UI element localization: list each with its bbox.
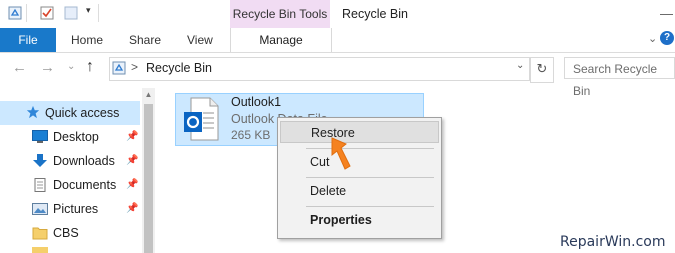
sidebar-item-label: CBS — [53, 226, 79, 240]
minimize-icon[interactable]: — — [660, 6, 673, 21]
star-icon — [26, 105, 40, 119]
tab-home[interactable]: Home — [71, 28, 103, 52]
sidebar-item-pictures[interactable]: Pictures 📌 — [0, 197, 140, 221]
back-arrow-icon[interactable]: ← — [12, 59, 27, 76]
scrollbar-thumb[interactable] — [144, 104, 153, 253]
qat-dropdown-icon[interactable]: ▾ — [86, 5, 91, 16]
pin-icon[interactable]: 📌 — [126, 149, 138, 173]
pin-icon[interactable]: 📌 — [126, 173, 138, 197]
title-bar — [0, 0, 675, 28]
sidebar-item-label: Documents — [53, 178, 117, 192]
sidebar-item-label: Downloads — [53, 154, 115, 168]
new-folder-icon[interactable] — [64, 6, 78, 20]
pin-icon[interactable]: 📌 — [126, 125, 138, 149]
menu-item-restore[interactable]: Restore — [280, 121, 439, 143]
tab-share[interactable]: Share — [129, 28, 161, 52]
download-icon — [33, 154, 47, 167]
tab-file[interactable]: File — [0, 28, 56, 52]
sidebar-item-downloads[interactable]: Downloads 📌 — [0, 149, 140, 173]
pin-icon[interactable]: 📌 — [126, 197, 138, 221]
menu-item-label: Properties — [310, 213, 372, 227]
menu-separator — [306, 177, 434, 178]
folder-icon — [32, 227, 48, 240]
qat-divider — [98, 4, 99, 22]
watermark: RepairWin.com — [560, 234, 666, 250]
menu-item-cut[interactable]: Cut — [278, 151, 439, 173]
file-name[interactable]: Outlook1 — [231, 95, 281, 109]
up-arrow-icon[interactable]: ↑ — [86, 58, 94, 76]
qat-divider — [26, 4, 27, 22]
address-dropdown-icon[interactable]: ⌄ — [516, 60, 524, 71]
sidebar-item-label: Quick access — [45, 106, 120, 120]
forward-arrow-icon[interactable]: → — [40, 59, 55, 76]
window-title: Recycle Bin — [342, 7, 408, 21]
breadcrumb-separator[interactable]: > — [131, 60, 138, 74]
menu-item-properties[interactable]: Properties — [278, 209, 439, 231]
refresh-icon[interactable]: ↻ — [530, 57, 554, 83]
help-icon[interactable]: ? — [660, 31, 674, 45]
sidebar-item-label: Desktop — [53, 130, 99, 144]
sidebar-item-documents[interactable]: Documents 📌 — [0, 173, 140, 197]
properties-icon[interactable] — [40, 6, 54, 20]
folder-icon — [32, 247, 48, 253]
recycle-bin-icon[interactable] — [8, 6, 22, 20]
contextual-group-label: Recycle Bin Tools — [230, 0, 330, 28]
sidebar-item-label: Pictures — [53, 202, 99, 216]
menu-separator — [306, 206, 434, 207]
pointer-arrow-icon — [331, 137, 351, 170]
pictures-icon — [32, 203, 48, 215]
search-input[interactable]: Search Recycle Bin — [564, 57, 675, 98]
recent-locations-chevron-icon[interactable]: ⌄ — [67, 61, 75, 72]
sidebar-item-quick-access[interactable]: Quick access — [0, 101, 140, 125]
recycle-bin-icon — [112, 61, 126, 75]
outlook-data-file-icon — [184, 97, 219, 141]
breadcrumb-location[interactable]: Recycle Bin — [146, 61, 212, 75]
tab-view[interactable]: View — [187, 28, 213, 52]
file-size: 265 KB — [231, 128, 271, 142]
sidebar-item-desktop[interactable]: Desktop 📌 — [0, 125, 140, 149]
scroll-up-icon[interactable]: ▲ — [142, 88, 155, 102]
menu-item-label: Delete — [310, 184, 347, 198]
documents-icon — [34, 178, 46, 192]
desktop-icon — [32, 130, 48, 143]
menu-item-delete[interactable]: Delete — [278, 180, 439, 202]
chevron-down-icon[interactable]: ⌄ — [648, 32, 657, 45]
tab-manage[interactable]: Manage — [230, 28, 332, 52]
sidebar-item-cbs[interactable]: CBS — [0, 221, 140, 245]
